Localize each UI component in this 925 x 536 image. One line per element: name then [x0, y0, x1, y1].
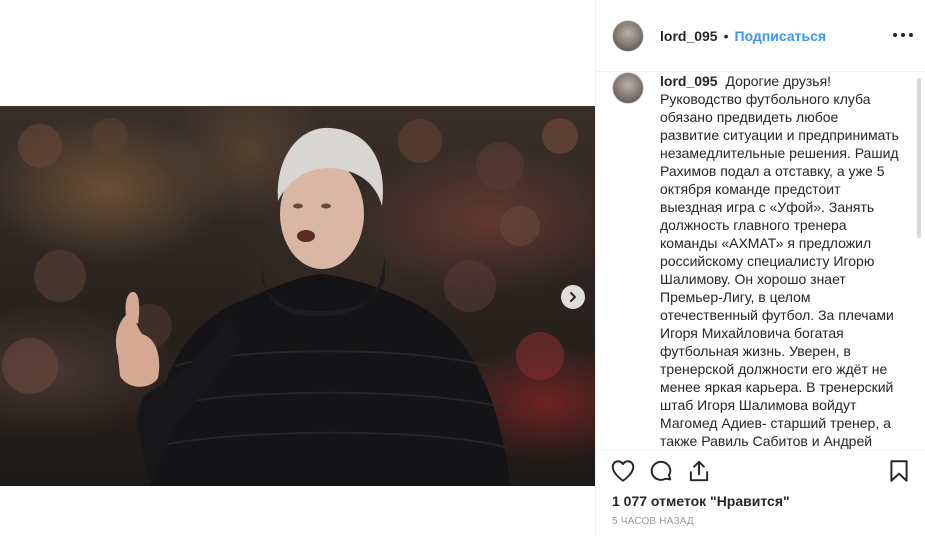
caption-body: Дорогие друзья! Руководство футбольного …: [660, 73, 899, 449]
caption-area[interactable]: lord_095 Дорогие друзья! Руководство фут…: [596, 72, 925, 450]
avatar[interactable]: [612, 19, 644, 52]
caption-row: lord_095 Дорогие друзья! Руководство фут…: [612, 72, 909, 449]
separator-dot: •: [723, 27, 729, 44]
post-photo[interactable]: [0, 106, 595, 486]
bookmark-icon: [890, 460, 908, 482]
comment-icon: [650, 460, 672, 481]
comment-button[interactable]: [648, 458, 674, 484]
media-pane: [0, 0, 595, 536]
post-author-username[interactable]: lord_095: [660, 28, 718, 44]
post-sidebar: lord_095 • Подписаться lord_095 Дорогие …: [596, 0, 925, 536]
likes-count[interactable]: 1 077 отметок "Нравится": [612, 493, 790, 509]
caption-username[interactable]: lord_095: [660, 73, 718, 89]
caption-text: lord_095 Дорогие друзья! Руководство фут…: [660, 72, 900, 449]
heart-icon: [611, 460, 635, 482]
post-timestamp[interactable]: 5 ЧАСОВ НАЗАД: [612, 516, 694, 527]
photo-illustration: [2, 118, 578, 486]
share-icon: [689, 460, 709, 482]
like-button[interactable]: [610, 458, 636, 484]
caption-avatar[interactable]: [612, 72, 644, 104]
caption-scrollbar[interactable]: [917, 78, 921, 238]
more-options-icon[interactable]: [893, 27, 913, 43]
carousel-next-button[interactable]: [561, 285, 585, 309]
share-button[interactable]: [686, 458, 712, 484]
post-header: lord_095 • Подписаться: [596, 0, 925, 72]
chevron-right-icon: [570, 292, 576, 302]
follow-button[interactable]: Подписаться: [735, 28, 827, 44]
action-bar: [608, 456, 916, 486]
save-button[interactable]: [886, 458, 912, 484]
